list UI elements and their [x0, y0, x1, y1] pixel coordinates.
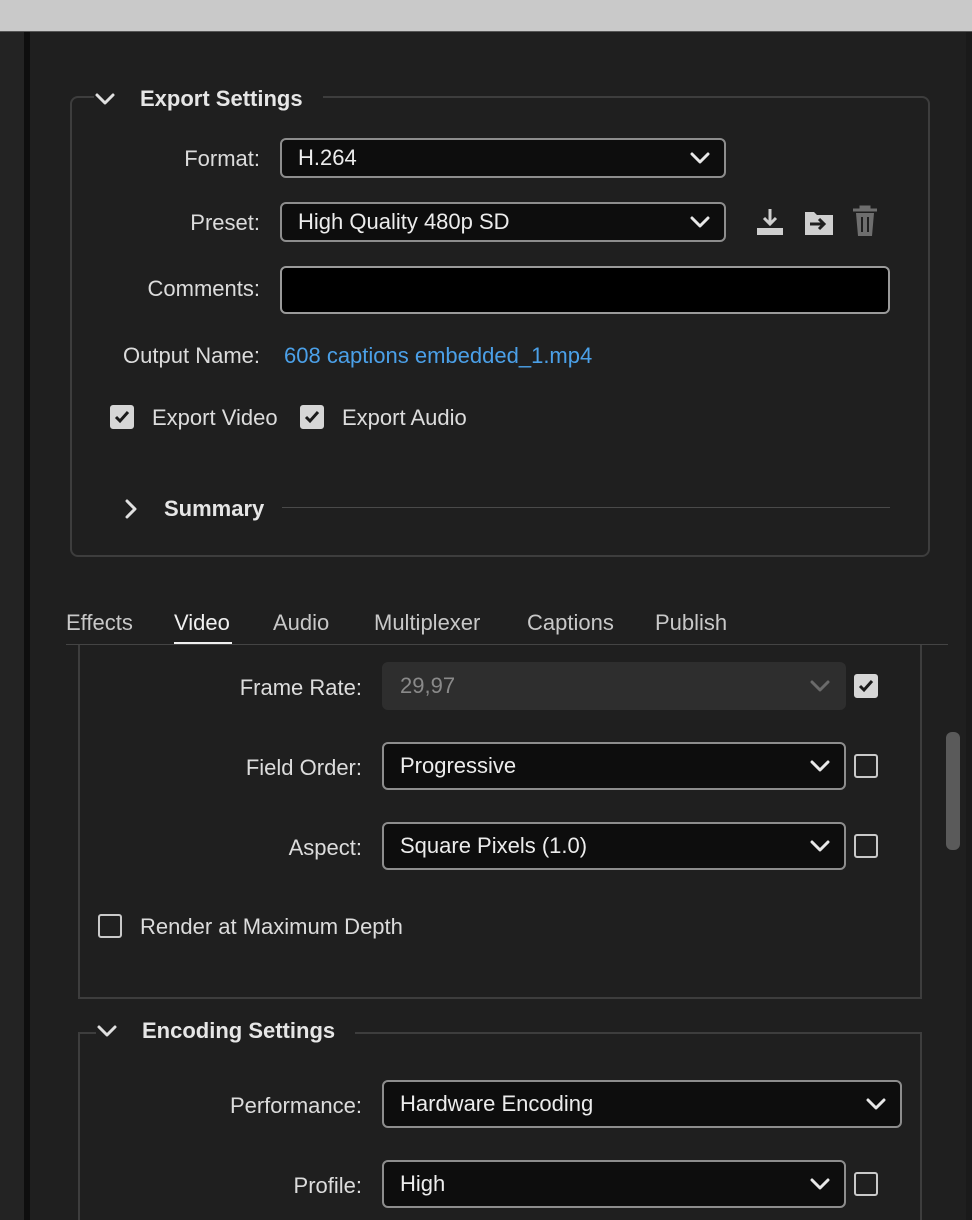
chevron-down-icon	[690, 216, 710, 228]
right-panel-edge	[966, 32, 972, 1220]
frame-rate-dropdown[interactable]: 29,97	[382, 662, 846, 710]
summary-header[interactable]: Summary	[124, 494, 274, 524]
field-order-dropdown[interactable]: Progressive	[382, 742, 846, 790]
profile-dropdown[interactable]: High	[382, 1160, 846, 1208]
save-preset-icon[interactable]	[754, 206, 786, 238]
checkmark-icon	[304, 411, 320, 424]
title-bar	[0, 0, 972, 32]
format-label: Format:	[184, 146, 260, 171]
export-settings-title: Export Settings	[140, 86, 313, 112]
preset-dropdown[interactable]: High Quality 480p SD	[280, 202, 726, 242]
frame-rate-value: 29,97	[400, 673, 456, 698]
aspect-value: Square Pixels (1.0)	[400, 833, 588, 858]
field-order-label: Field Order:	[245, 755, 362, 780]
comments-label: Comments:	[147, 276, 260, 301]
scrollbar-thumb[interactable]	[946, 732, 960, 850]
chevron-down-icon	[690, 152, 710, 164]
export-settings-header[interactable]: Export Settings	[94, 84, 323, 114]
checkmark-icon	[858, 680, 874, 693]
aspect-dropdown[interactable]: Square Pixels (1.0)	[382, 822, 846, 870]
field-order-override-checkbox[interactable]	[854, 754, 878, 778]
performance-dropdown[interactable]: Hardware Encoding	[382, 1080, 902, 1128]
frame-rate-label: Frame Rate:	[239, 675, 362, 700]
chevron-down-icon	[810, 840, 830, 852]
chevron-right-icon[interactable]	[124, 498, 148, 520]
tab-audio[interactable]: Audio	[273, 610, 329, 636]
render-max-depth-checkbox[interactable]	[98, 914, 122, 938]
encoding-settings-header[interactable]: Encoding Settings	[96, 1016, 356, 1046]
frame-rate-override-checkbox[interactable]	[854, 674, 878, 698]
profile-value: High	[400, 1171, 446, 1196]
chevron-down-icon	[866, 1098, 886, 1110]
chevron-down-icon	[810, 1178, 830, 1190]
tab-video[interactable]: Video	[174, 610, 230, 636]
export-video-label: Export Video	[152, 405, 278, 430]
tab-publish[interactable]: Publish	[655, 610, 727, 636]
chevron-down-icon	[810, 680, 830, 692]
chevron-down-icon[interactable]	[94, 87, 124, 111]
export-video-checkbox[interactable]	[110, 405, 134, 429]
chevron-down-icon[interactable]	[96, 1024, 122, 1038]
performance-label: Performance:	[229, 1093, 362, 1118]
tab-effects[interactable]: Effects	[66, 610, 133, 636]
preset-label: Preset:	[190, 210, 260, 235]
preset-value: High Quality 480p SD	[298, 209, 510, 234]
import-preset-icon[interactable]	[802, 206, 836, 238]
tab-multiplexer[interactable]: Multiplexer	[374, 610, 480, 636]
output-name-label: Output Name:	[123, 343, 260, 368]
profile-label: Profile:	[293, 1173, 362, 1198]
summary-divider	[282, 507, 890, 508]
checkmark-icon	[114, 411, 130, 424]
render-max-depth-label: Render at Maximum Depth	[140, 914, 403, 939]
export-audio-label: Export Audio	[342, 405, 467, 430]
left-panel-edge	[0, 32, 24, 1220]
tab-captions[interactable]: Captions	[527, 610, 614, 636]
export-audio-checkbox[interactable]	[300, 405, 324, 429]
chevron-down-icon	[810, 760, 830, 772]
comments-field[interactable]	[280, 266, 890, 314]
aspect-override-checkbox[interactable]	[854, 834, 878, 858]
field-order-value: Progressive	[400, 753, 517, 778]
encoding-settings-title: Encoding Settings	[142, 1018, 346, 1044]
format-value: H.264	[298, 145, 357, 170]
summary-title: Summary	[164, 496, 265, 521]
output-name-link[interactable]: 608 captions embedded_1.mp4	[284, 343, 592, 369]
panel-divider[interactable]	[24, 32, 30, 1220]
profile-override-checkbox[interactable]	[854, 1172, 878, 1196]
performance-value: Hardware Encoding	[400, 1091, 594, 1116]
aspect-label: Aspect:	[288, 835, 362, 860]
delete-preset-icon[interactable]	[850, 204, 880, 238]
format-dropdown[interactable]: H.264	[280, 138, 726, 178]
